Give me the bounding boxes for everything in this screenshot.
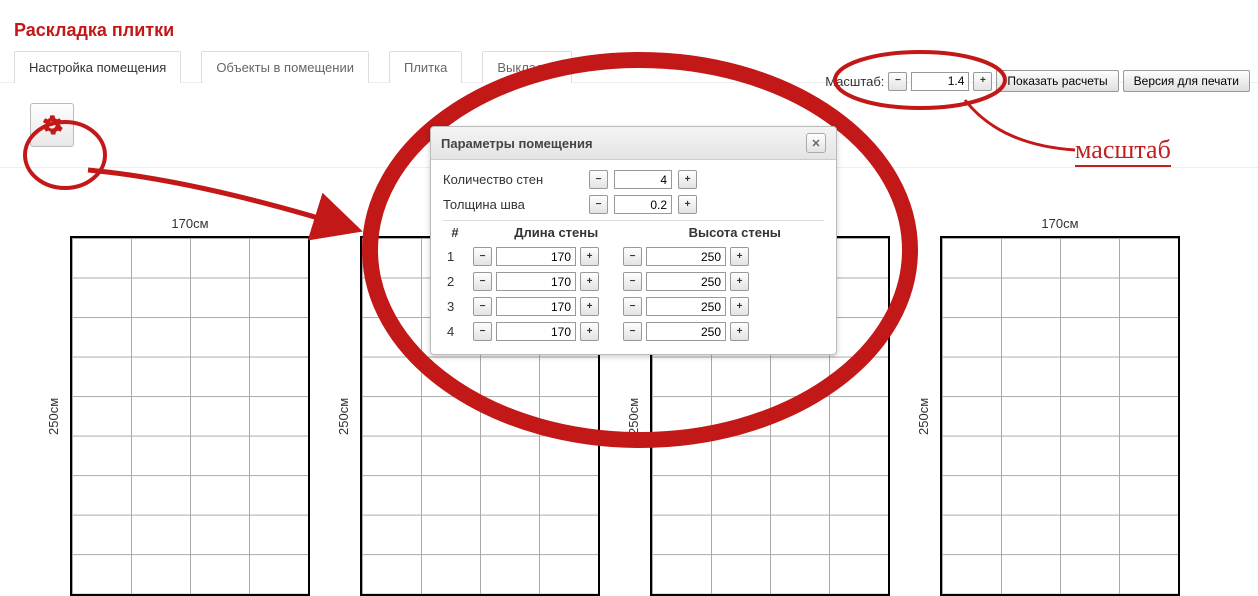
wall-panel-1: 170см 250см — [70, 236, 310, 596]
scale-label: Масштаб: — [825, 74, 884, 89]
len-minus[interactable]: − — [473, 297, 492, 316]
len-input[interactable] — [496, 322, 576, 341]
wall-table-row: 2−+−+ — [443, 269, 824, 294]
hgt-input[interactable] — [646, 297, 726, 316]
len-plus[interactable]: + — [580, 272, 599, 291]
hgt-minus[interactable]: − — [623, 247, 642, 266]
show-calculations-button[interactable]: Показать расчеты — [996, 70, 1118, 92]
len-plus[interactable]: + — [580, 247, 599, 266]
len-input[interactable] — [496, 297, 576, 316]
hgt-plus[interactable]: + — [730, 247, 749, 266]
print-version-button[interactable]: Версия для печати — [1123, 70, 1250, 92]
tab-layout[interactable]: Выкладка — [482, 51, 571, 83]
row-index: 4 — [443, 324, 467, 339]
len-minus[interactable]: − — [473, 322, 492, 341]
row-index: 1 — [443, 249, 467, 264]
wall-width-label: 170см — [70, 216, 310, 231]
dialog-header[interactable]: Параметры помещения ✕ — [431, 127, 836, 160]
col-length: Длина стены — [467, 225, 646, 240]
scale-input[interactable] — [911, 72, 969, 91]
col-num: # — [443, 225, 467, 240]
wall-grid[interactable] — [940, 236, 1180, 596]
len-input[interactable] — [496, 247, 576, 266]
len-input[interactable] — [496, 272, 576, 291]
seam-plus[interactable]: + — [678, 195, 697, 214]
row-index: 3 — [443, 299, 467, 314]
hgt-plus[interactable]: + — [730, 272, 749, 291]
dialog-close-button[interactable]: ✕ — [806, 133, 826, 153]
len-minus[interactable]: − — [473, 247, 492, 266]
dialog-body: Количество стен − + Толщина шва − + # Дл… — [431, 160, 836, 354]
hgt-input[interactable] — [646, 322, 726, 341]
gear-icon — [41, 114, 63, 136]
walls-count-minus[interactable]: − — [589, 170, 608, 189]
walls-count-label: Количество стен — [443, 172, 583, 187]
wall-table-row: 4−+−+ — [443, 319, 824, 344]
wall-width-label: 170см — [940, 216, 1180, 231]
wall-height-label: 250см — [46, 236, 61, 596]
hgt-plus[interactable]: + — [730, 297, 749, 316]
len-minus[interactable]: − — [473, 272, 492, 291]
hgt-plus[interactable]: + — [730, 322, 749, 341]
page-title: Раскладка плитки — [0, 0, 1258, 51]
walls-count-input[interactable] — [614, 170, 672, 189]
wall-panel-4: 170см 250см — [940, 236, 1180, 596]
scale-plus-button[interactable]: + — [973, 72, 992, 91]
wall-height-label: 250см — [916, 236, 931, 596]
wall-table-row: 3−+−+ — [443, 294, 824, 319]
settings-button[interactable] — [30, 103, 74, 147]
dialog-title: Параметры помещения — [441, 136, 593, 151]
len-plus[interactable]: + — [580, 322, 599, 341]
tab-room-settings[interactable]: Настройка помещения — [14, 51, 181, 83]
wall-grid[interactable] — [70, 236, 310, 596]
len-plus[interactable]: + — [580, 297, 599, 316]
top-right-controls: Масштаб: − + Показать расчеты Версия для… — [825, 70, 1250, 92]
room-params-dialog: Параметры помещения ✕ Количество стен − … — [430, 126, 837, 355]
wall-table-row: 1−+−+ — [443, 244, 824, 269]
annotation-text-scale: масштаб — [1075, 135, 1171, 167]
seam-label: Толщина шва — [443, 197, 583, 212]
scale-minus-button[interactable]: − — [888, 72, 907, 91]
walls-count-plus[interactable]: + — [678, 170, 697, 189]
tab-objects[interactable]: Объекты в помещении — [201, 51, 369, 83]
tab-tile[interactable]: Плитка — [389, 51, 462, 83]
hgt-input[interactable] — [646, 272, 726, 291]
hgt-minus[interactable]: − — [623, 297, 642, 316]
hgt-input[interactable] — [646, 247, 726, 266]
hgt-minus[interactable]: − — [623, 322, 642, 341]
row-index: 2 — [443, 274, 467, 289]
col-height: Высота стены — [646, 225, 825, 240]
wall-height-label: 250см — [336, 236, 351, 596]
walls-table-header: # Длина стены Высота стены — [443, 220, 824, 244]
hgt-minus[interactable]: − — [623, 272, 642, 291]
seam-input[interactable] — [614, 195, 672, 214]
seam-minus[interactable]: − — [589, 195, 608, 214]
